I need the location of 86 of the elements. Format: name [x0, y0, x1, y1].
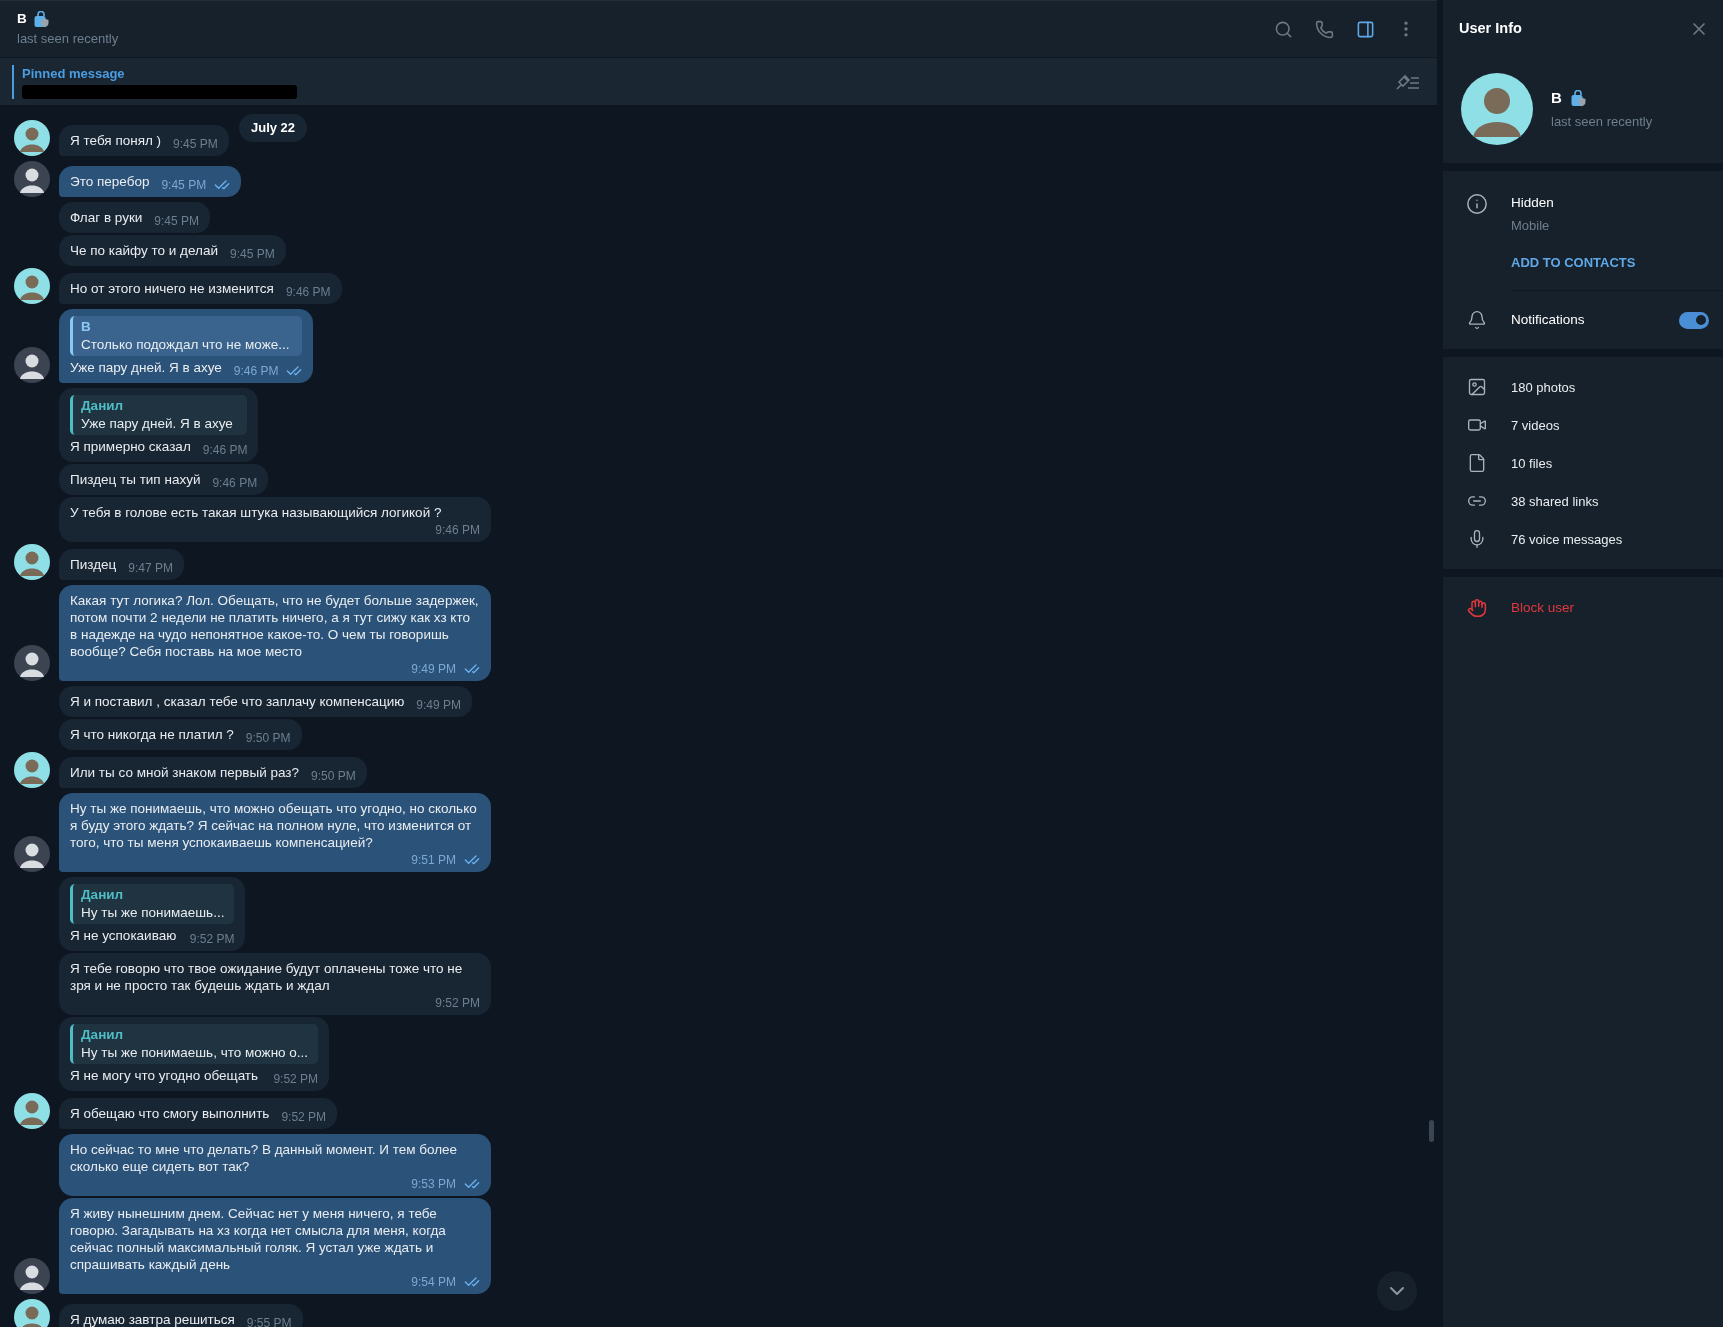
message-time: 9:53 PM — [411, 1177, 456, 1191]
pinned-bar[interactable]: Pinned message — [0, 57, 1437, 105]
media-count: 7 videos — [1511, 416, 1560, 435]
reply-text: Столько подождал что не може... — [81, 336, 291, 354]
reply-text: Ну ты же понимаешь... — [81, 904, 225, 922]
message-text: Флаг в руки — [70, 209, 143, 227]
message-text: Уже пару дней. Я в ахуе — [70, 359, 222, 377]
message-text: Я живу нынешним днем. Сейчас нет у меня ничего, я тебе говорю. Загадывать на хз когда нет смысла для меня, когда сейчас полный максимальный голяк. Я устал уже ждать и спрашивать каждый день — [70, 1205, 447, 1274]
hand-icon — [1467, 598, 1487, 619]
reply-author: Данил — [81, 397, 125, 415]
message-time: 9:52 PM — [435, 996, 480, 1010]
add-to-contacts-link[interactable]: ADD TO CONTACTS — [1511, 252, 1636, 273]
media-row[interactable]: 7 videos — [1443, 406, 1723, 445]
message-time: 9:50 PM — [311, 769, 356, 783]
info-icon — [1466, 193, 1488, 215]
message-time: 9:54 PM — [411, 1275, 456, 1289]
message-time: 9:51 PM — [411, 853, 456, 867]
message-text: Какая тут логика? Лол. Обещать, что не будет больше задержек, потом почти 2 недели не платить ничего, а я тут сижу как хз кто в надежде на чудо непонятное какое-то. О чем ты говоришь вообще? Себя поставь на мое место — [70, 592, 480, 661]
phone-value: Hidden — [1511, 194, 1555, 212]
media-row[interactable]: 10 files — [1443, 444, 1723, 483]
message-text: Но сейчас то мне что делать? В данный момент. И тем более сколько еще сидеть вот так? — [70, 1141, 459, 1176]
message-time: 9:46 PM — [435, 523, 480, 537]
pinned-label: Pinned message — [22, 64, 126, 83]
message-text: Я обещаю что смогу выполнить — [70, 1105, 270, 1123]
message-text: Но от этого ничего не изменится — [70, 280, 274, 298]
message-time: 9:50 PM — [245, 731, 291, 745]
message-time: 9:52 PM — [189, 932, 235, 946]
message-time: 9:46 PM — [233, 364, 279, 378]
message-time: 9:46 PM — [202, 443, 248, 457]
profile-status: last seen recently — [1551, 112, 1653, 131]
message-time: 9:47 PM — [128, 561, 173, 575]
reply-text: Ну ты же понимаешь, что можно о... — [81, 1044, 309, 1062]
chat-title: В — [17, 10, 27, 29]
message-text: Я тебя понял ) — [70, 132, 162, 150]
phone-label: Mobile — [1511, 217, 1551, 236]
notifications-label: Notifications — [1511, 311, 1585, 330]
message-text: Это перебор — [70, 173, 150, 191]
reply-author: В — [81, 318, 92, 336]
message-time: 9:49 PM — [411, 662, 456, 676]
media-row[interactable]: 76 voice messages — [1443, 520, 1723, 559]
message-time: 9:55 PM — [246, 1316, 292, 1327]
message-text: Пиздец ты тип нахуй — [70, 471, 201, 489]
message-text: Че по кайфу то и делай — [70, 242, 218, 260]
phone-icon[interactable] — [1313, 18, 1335, 40]
notifications-toggle[interactable] — [1679, 311, 1709, 329]
media-count: 38 shared links — [1511, 492, 1599, 511]
media-row[interactable]: 180 photos — [1443, 368, 1723, 407]
avatar — [1461, 73, 1533, 145]
message-time: 9:45 PM — [173, 137, 218, 151]
message-time: 9:45 PM — [230, 247, 275, 261]
media-count: 180 photos — [1511, 378, 1576, 397]
message-text: Или ты со мной знаком первый раз? — [70, 764, 299, 782]
message-text: Я примерно сказал — [70, 438, 191, 456]
block-user-button[interactable]: Block user — [1443, 577, 1723, 640]
image-icon — [1467, 377, 1487, 398]
bell-icon — [1467, 310, 1487, 331]
reply-text: Уже пару дней. Я в ахуе — [81, 415, 234, 433]
media-row[interactable]: 38 shared links — [1443, 482, 1723, 521]
message-text: Я думаю завтра решиться — [70, 1311, 235, 1327]
message-text: Ну ты же понимаешь, что можно обещать что угодно, но сколько я буду этого ждать? Я сейчас на полном нуле, что изменится от того, что ты меня успокаиваешь компенсацией? — [70, 800, 478, 852]
message-time: 9:52 PM — [273, 1072, 319, 1086]
media-count: 76 voice messages — [1511, 530, 1623, 549]
message-text: Я тебе говорю что твое ожидание будут оплачены тоже что не зря и не просто так будешь ждать и ждал — [70, 960, 464, 995]
message-time: 9:45 PM — [154, 214, 200, 228]
message-time: 9:45 PM — [161, 178, 207, 192]
date-badge: July 22 — [239, 114, 308, 142]
scroll-down-button[interactable] — [1377, 1271, 1417, 1311]
scrollbar-thumb[interactable] — [1429, 1120, 1434, 1142]
message-time: 9:46 PM — [285, 285, 331, 299]
message-text: Я не успокаиваю — [70, 927, 177, 945]
message-time: 9:46 PM — [212, 476, 258, 490]
message-time: 9:52 PM — [281, 1110, 327, 1124]
panel-title: User Info — [1459, 18, 1522, 38]
message-time: 9:49 PM — [416, 698, 462, 712]
message-text: Я не могу что угодно обещать — [70, 1067, 259, 1085]
pin-list-icon[interactable] — [1395, 72, 1421, 91]
message-text: Пиздец — [70, 556, 117, 574]
profile-name: В — [1551, 88, 1562, 108]
file-icon — [1467, 453, 1487, 474]
reply-author: Данил — [81, 1026, 125, 1044]
reply-author: Данил — [81, 886, 125, 904]
message-text: Я и поставил , сказал тебе что заплачу компенсацию — [70, 693, 405, 711]
message-text: Я что никогда не платил ? — [70, 726, 234, 744]
chat-status: last seen recently — [17, 30, 119, 49]
media-count: 10 files — [1511, 454, 1553, 473]
message-text: У тебя в голове есть такая штука называющийся логикой ? — [70, 504, 442, 522]
